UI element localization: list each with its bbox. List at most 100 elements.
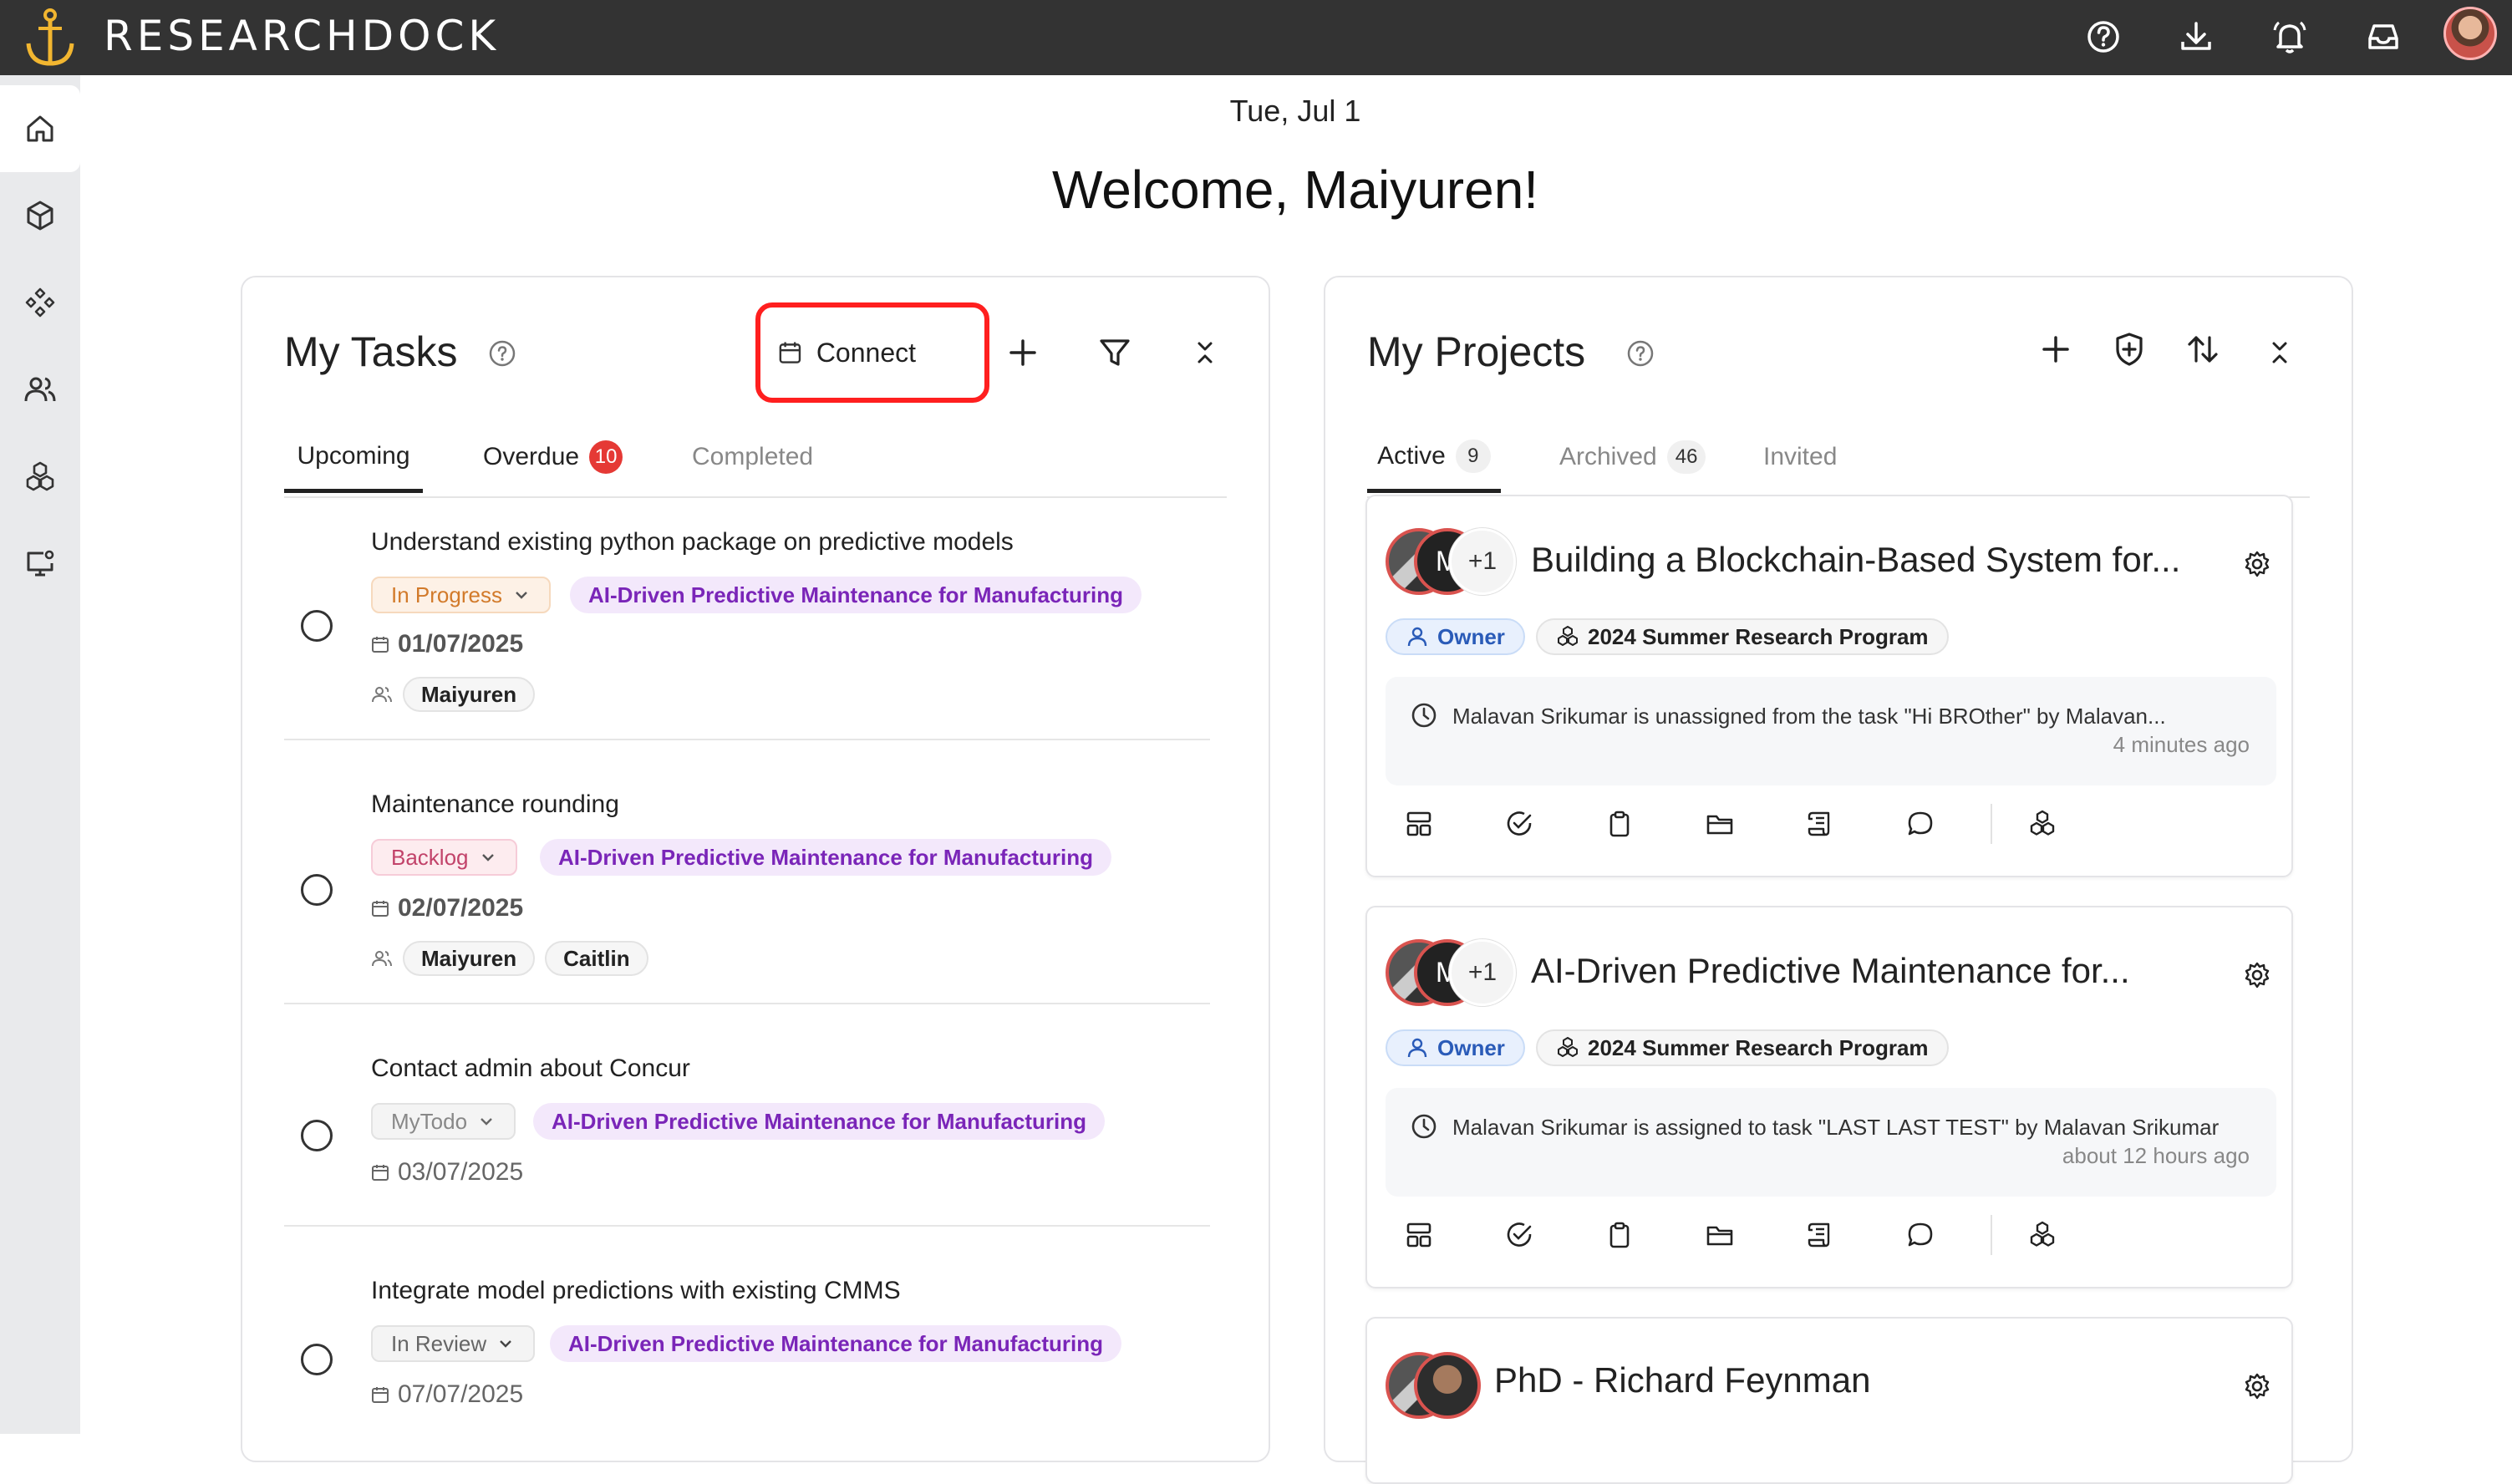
role-label: Owner xyxy=(1437,623,1505,649)
status-label: In Review xyxy=(391,1330,487,1356)
boxes-icon[interactable] xyxy=(2027,1220,2057,1250)
scroll-icon[interactable] xyxy=(1805,1220,1835,1250)
boxes-icon xyxy=(1558,626,1578,646)
sort-icon[interactable] xyxy=(2183,329,2223,369)
status-label: MyTodo xyxy=(391,1108,468,1134)
tab-label: Completed xyxy=(692,443,814,470)
clipboard-icon[interactable] xyxy=(1604,809,1635,839)
task-row[interactable]: Integrate model predictions with existin… xyxy=(284,1225,1210,1476)
inbox-icon[interactable] xyxy=(2363,17,2403,57)
task-project-tag[interactable]: AI-Driven Predictive Maintenance for Man… xyxy=(540,839,1112,876)
connect-calendar-button[interactable]: Connect xyxy=(757,323,916,383)
folder-icon[interactable] xyxy=(1705,1220,1735,1250)
task-status-dropdown[interactable]: MyTodo xyxy=(371,1103,516,1140)
task-complete-radio[interactable] xyxy=(301,1120,333,1151)
notification-bell-icon[interactable] xyxy=(2270,17,2310,57)
welcome-heading: Welcome, Maiyuren! xyxy=(1051,160,1539,220)
calendar-icon xyxy=(372,1165,389,1181)
calendar-icon xyxy=(372,1387,389,1403)
collapse-icon[interactable] xyxy=(2260,333,2300,373)
chat-icon[interactable] xyxy=(1905,809,1935,839)
extra-members-count: +1 xyxy=(1449,939,1516,1006)
project-card[interactable]: M +1 Building a Blockchain-Based System … xyxy=(1365,495,2293,877)
tab-archived[interactable]: Archived 46 xyxy=(1559,419,1706,495)
member-avatars[interactable] xyxy=(1386,1352,1486,1419)
add-task-icon[interactable] xyxy=(1003,333,1043,373)
project-card[interactable]: PhD - Richard Feynman xyxy=(1365,1317,2293,1484)
task-complete-radio[interactable] xyxy=(301,874,333,906)
date-text: 03/07/2025 xyxy=(398,1158,524,1186)
my-tasks-panel: My Tasks Connect Upcoming Overdue 10 Com… xyxy=(241,276,1270,1462)
task-status-dropdown[interactable]: Backlog xyxy=(371,839,517,876)
gear-icon[interactable] xyxy=(2243,961,2271,989)
member-avatars[interactable]: M +1 xyxy=(1386,939,1519,1009)
assignee-chip[interactable]: Maiyuren xyxy=(403,941,536,976)
role-badge: Owner xyxy=(1386,618,1525,655)
task-project-tag[interactable]: AI-Driven Predictive Maintenance for Man… xyxy=(570,577,1142,613)
tab-overdue[interactable]: Overdue 10 xyxy=(483,419,623,495)
gear-icon[interactable] xyxy=(2243,550,2271,578)
task-row[interactable]: Understand existing python package on pr… xyxy=(284,498,1210,740)
users-icon xyxy=(372,951,392,967)
sidebar-item-programs[interactable] xyxy=(0,433,80,520)
task-status-dropdown[interactable]: In Progress xyxy=(371,577,551,613)
clock-icon xyxy=(1411,703,1437,728)
project-title[interactable]: AI-Driven Predictive Maintenance for... xyxy=(1531,951,2130,991)
check-circle-icon[interactable] xyxy=(1504,1220,1534,1250)
assignee-chip[interactable]: Maiyuren xyxy=(403,677,536,712)
task-title[interactable]: Integrate model predictions with existin… xyxy=(371,1277,901,1305)
task-row[interactable]: Contact admin about Concur MyTodo AI-Dri… xyxy=(284,1003,1210,1227)
sidebar-item-components[interactable] xyxy=(0,259,80,346)
overdue-count-badge: 10 xyxy=(589,440,623,474)
gear-icon[interactable] xyxy=(2243,1372,2271,1400)
project-card[interactable]: M +1 AI-Driven Predictive Maintenance fo… xyxy=(1365,906,2293,1288)
task-title[interactable]: Maintenance rounding xyxy=(371,790,619,819)
dashboard-icon[interactable] xyxy=(1404,1220,1434,1250)
member-avatars[interactable]: M +1 xyxy=(1386,528,1519,598)
task-complete-radio[interactable] xyxy=(301,1344,333,1375)
task-complete-radio[interactable] xyxy=(301,610,333,642)
activity-time: 4 minutes ago xyxy=(2113,732,2250,757)
boxes-icon[interactable] xyxy=(2027,809,2057,839)
add-project-icon[interactable] xyxy=(2036,329,2076,369)
task-project-tag[interactable]: AI-Driven Predictive Maintenance for Man… xyxy=(533,1103,1106,1140)
project-title[interactable]: PhD - Richard Feynman xyxy=(1494,1360,1871,1400)
top-bar: RESEARCHDOCK xyxy=(0,0,2512,75)
program-label: 2024 Summer Research Program xyxy=(1588,1034,1929,1060)
task-status-dropdown[interactable]: In Review xyxy=(371,1325,536,1362)
scroll-icon[interactable] xyxy=(1805,809,1835,839)
role-badge: Owner xyxy=(1386,1029,1525,1066)
filter-icon[interactable] xyxy=(1095,333,1135,373)
sidebar-item-people[interactable] xyxy=(0,346,80,433)
sidebar-item-settings[interactable] xyxy=(0,520,80,607)
program-badge[interactable]: 2024 Summer Research Program xyxy=(1536,1029,1949,1066)
program-badge[interactable]: 2024 Summer Research Program xyxy=(1536,618,1949,655)
download-icon[interactable] xyxy=(2176,17,2216,57)
help-icon[interactable] xyxy=(488,339,516,368)
chat-icon[interactable] xyxy=(1905,1220,1935,1250)
tab-active[interactable]: Active 9 xyxy=(1367,419,1501,493)
user-avatar[interactable] xyxy=(2443,7,2497,60)
extra-members-count: +1 xyxy=(1449,528,1516,595)
anchor-logo-icon[interactable] xyxy=(25,7,75,69)
help-icon[interactable] xyxy=(1626,339,1655,368)
help-icon[interactable] xyxy=(2083,17,2123,57)
assignee-chip[interactable]: Caitlin xyxy=(545,941,648,976)
task-title[interactable]: Contact admin about Concur xyxy=(371,1055,690,1083)
task-row[interactable]: Maintenance rounding Backlog AI-Driven P… xyxy=(284,739,1210,1004)
status-label: Backlog xyxy=(391,844,469,870)
shield-plus-icon[interactable] xyxy=(2109,329,2149,369)
collapse-icon[interactable] xyxy=(1185,333,1225,373)
panel-title: My Tasks xyxy=(284,328,458,375)
project-title[interactable]: Building a Blockchain-Based System for..… xyxy=(1531,540,2180,580)
dashboard-icon[interactable] xyxy=(1404,809,1434,839)
tab-completed[interactable]: Completed xyxy=(692,419,813,495)
clipboard-icon[interactable] xyxy=(1604,1220,1635,1250)
tab-invited[interactable]: Invited xyxy=(1763,419,1837,495)
task-project-tag[interactable]: AI-Driven Predictive Maintenance for Man… xyxy=(550,1325,1122,1362)
folder-icon[interactable] xyxy=(1705,809,1735,839)
task-title[interactable]: Understand existing python package on pr… xyxy=(371,528,1014,556)
tab-upcoming[interactable]: Upcoming xyxy=(284,419,423,493)
check-circle-icon[interactable] xyxy=(1504,809,1534,839)
boxes-icon xyxy=(1558,1037,1578,1057)
